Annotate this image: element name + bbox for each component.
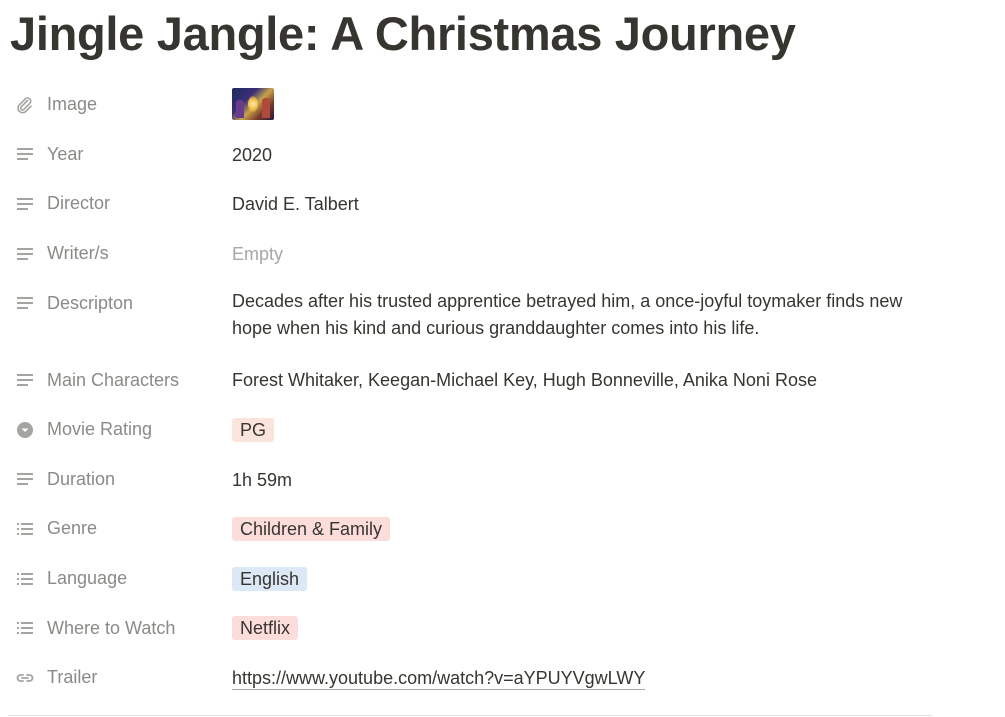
text-icon	[15, 293, 35, 313]
list-icon	[15, 569, 35, 589]
page: Jingle Jangle: A Christmas Journey Image	[0, 0, 1005, 717]
property-value-language[interactable]: English	[232, 554, 938, 593]
property-label: Movie Rating	[47, 419, 153, 440]
property-row-writers: Writer/s Empty	[8, 229, 938, 279]
property-label: Year	[47, 143, 84, 164]
property-label: Trailer	[47, 667, 98, 688]
property-label: Descripton	[47, 292, 134, 313]
property-row-director: Director David E. Talbert	[8, 179, 938, 229]
property-row-year: Year 2020	[8, 130, 938, 180]
property-row-where-to-watch: Where to Watch Netflix	[8, 603, 938, 653]
movie-poster-thumbnail[interactable]	[232, 88, 274, 120]
trailer-link[interactable]: https://www.youtube.com/watch?v=aYPUYVgw…	[232, 667, 646, 690]
select-icon	[15, 420, 35, 440]
property-value-duration[interactable]: 1h 59m	[232, 455, 938, 494]
poster-figure	[262, 98, 270, 118]
property-label: Director	[47, 193, 111, 214]
tag-genre[interactable]: Children & Family	[232, 517, 391, 542]
property-name-movie-rating[interactable]: Movie Rating	[8, 405, 232, 455]
tag-language[interactable]: English	[232, 566, 308, 591]
property-value-movie-rating[interactable]: PG	[232, 405, 938, 444]
property-row-main-characters: Main Characters Forest Whitaker, Keegan-…	[8, 355, 938, 405]
poster-light	[248, 96, 258, 112]
text-icon	[15, 144, 35, 164]
property-label: Where to Watch	[47, 617, 176, 638]
paperclip-icon	[15, 95, 35, 115]
property-row-trailer: Trailer https://www.youtube.com/watch?v=…	[8, 653, 938, 703]
tag-streaming-service[interactable]: Netflix	[232, 616, 299, 641]
property-name-image[interactable]: Image	[8, 80, 232, 130]
property-label: Main Characters	[47, 369, 180, 390]
list-icon	[15, 519, 35, 539]
text-icon	[15, 469, 35, 489]
property-value-director[interactable]: David E. Talbert	[232, 179, 938, 218]
property-value-description[interactable]: Decades after his trusted apprentice bet…	[232, 278, 922, 342]
property-row-image: Image	[8, 80, 938, 130]
page-title[interactable]: Jingle Jangle: A Christmas Journey	[10, 6, 796, 62]
divider	[8, 715, 932, 716]
property-row-language: Language English	[8, 554, 938, 604]
property-row-duration: Duration 1h 59m	[8, 455, 938, 505]
property-row-description: Descripton Decades after his trusted app…	[8, 278, 938, 355]
property-value-main-characters[interactable]: Forest Whitaker, Keegan-Michael Key, Hug…	[232, 355, 938, 394]
property-name-director[interactable]: Director	[8, 179, 232, 229]
property-name-writers[interactable]: Writer/s	[8, 229, 232, 279]
list-icon	[15, 618, 35, 638]
property-label: Duration	[47, 468, 116, 489]
link-icon	[15, 668, 35, 688]
property-name-trailer[interactable]: Trailer	[8, 653, 232, 703]
property-label: Language	[47, 568, 128, 589]
property-name-duration[interactable]: Duration	[8, 455, 232, 505]
property-label: Genre	[47, 518, 98, 539]
property-value-image[interactable]	[232, 80, 938, 128]
property-name-genre[interactable]: Genre	[8, 504, 232, 554]
property-name-language[interactable]: Language	[8, 554, 232, 604]
property-row-movie-rating: Movie Rating PG	[8, 405, 938, 455]
property-row-genre: Genre Children & Family	[8, 504, 938, 554]
tag-rating[interactable]: PG	[232, 417, 275, 442]
text-icon	[15, 244, 35, 264]
property-value-genre[interactable]: Children & Family	[232, 504, 938, 543]
text-icon	[15, 194, 35, 214]
property-label: Writer/s	[47, 243, 109, 264]
property-value-year[interactable]: 2020	[232, 130, 938, 169]
property-list: Image Year 2020 Director David E. Talber…	[8, 80, 938, 703]
poster-figure	[236, 100, 244, 118]
property-value-where-to-watch[interactable]: Netflix	[232, 603, 938, 642]
property-value-writers[interactable]: Empty	[232, 229, 938, 268]
property-name-where-to-watch[interactable]: Where to Watch	[8, 603, 232, 653]
property-label: Image	[47, 94, 98, 115]
property-name-year[interactable]: Year	[8, 130, 232, 180]
text-icon	[15, 370, 35, 390]
property-name-main-characters[interactable]: Main Characters	[8, 355, 232, 405]
property-value-trailer[interactable]: https://www.youtube.com/watch?v=aYPUYVgw…	[232, 653, 938, 692]
property-name-description[interactable]: Descripton	[8, 278, 232, 328]
